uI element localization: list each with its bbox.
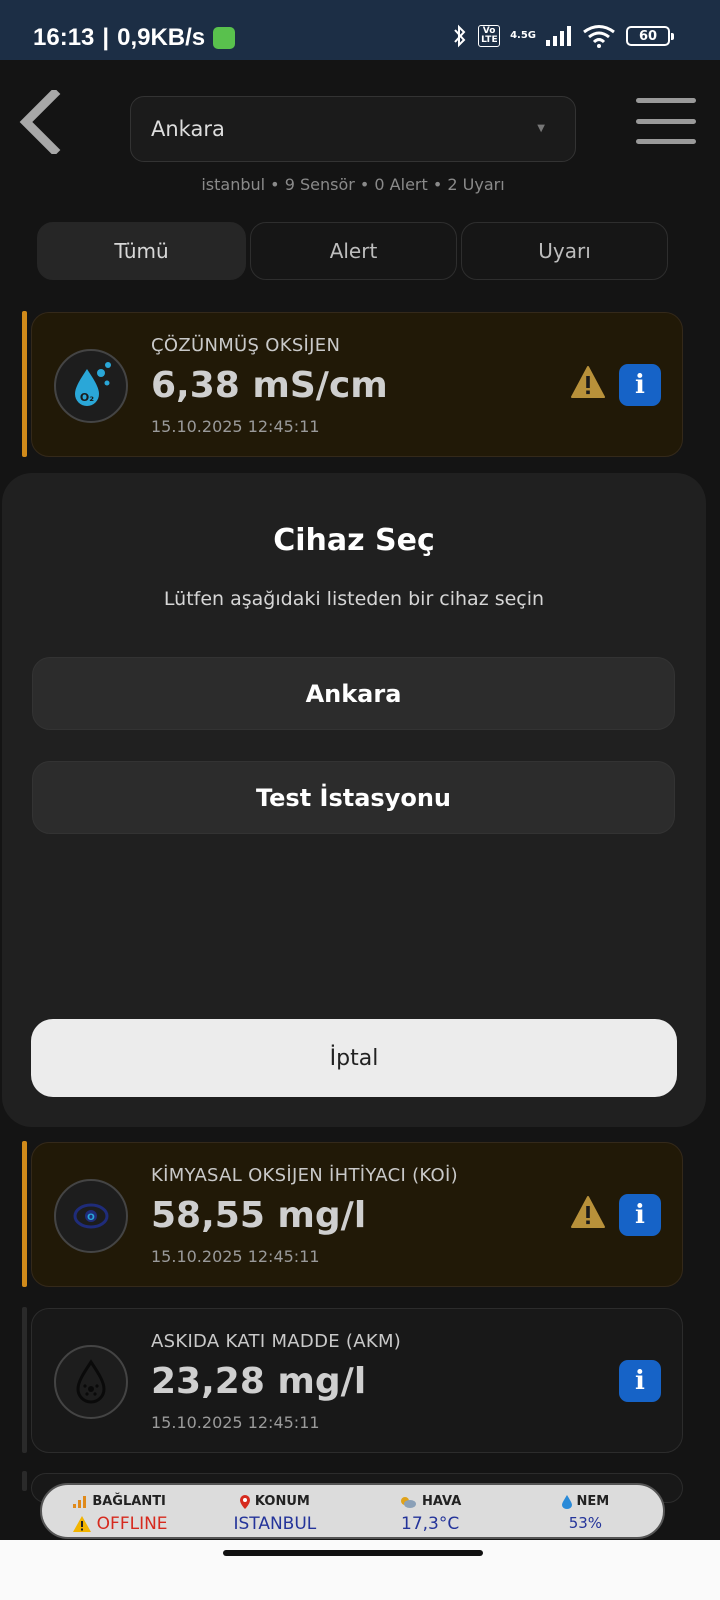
normal-rail [22,1307,27,1453]
svg-text:O₂: O₂ [80,391,94,404]
system-status-bar: 16:13 | 0,9KB/s Vo LTE 4.5G 60 [0,0,720,60]
tab-alert[interactable]: Alert [250,222,457,280]
hamburger-menu-icon[interactable] [636,98,696,144]
bluetooth-icon [454,24,466,48]
sensor-card[interactable]: O KİMYASAL OKSİJEN İHTİYACI (KOİ) 58,55 … [31,1142,683,1287]
water-drop-icon [561,1494,572,1509]
status-speed: 0,9KB/s [117,24,206,51]
location-status: KONUM ISTANBUL [233,1494,317,1534]
sensor-name: ÇÖZÜNMÜŞ OKSİJEN [151,335,341,356]
connection-status: BAĞLANTI OFFLINE [42,1485,197,1537]
humidity-status: NEM 53% [508,1485,663,1537]
location-value: ISTANBUL [233,1514,317,1534]
sensor-timestamp: 15.10.2025 12:45:11 [151,1413,320,1432]
sensor-value: 58,55 mg/l [151,1195,367,1236]
notification-app-icon [213,27,236,49]
sensor-timestamp: 15.10.2025 12:45:11 [151,1247,320,1266]
info-button[interactable]: i [619,364,661,406]
signal-icon [546,26,571,46]
status-time: 16:13 [33,24,95,51]
weather-status: HAVA 17,3°C [353,1485,508,1537]
device-option-test-station[interactable]: Test İstasyonu [32,761,675,834]
device-option-ankara[interactable]: Ankara [32,657,675,730]
warning-rail [22,311,27,457]
status-right: Vo LTE 4.5G 60 [452,24,674,48]
signal-bars-icon [73,1495,87,1508]
sensor-card[interactable]: ASKIDA KATI MADDE (AKM) 23,28 mg/l 15.10… [31,1308,683,1453]
home-indicator[interactable] [223,1550,483,1556]
status-left: 16:13 | 0,9KB/s [33,24,236,52]
device-summary: istanbul • 9 Sensör • 0 Alert • 2 Uyarı [201,175,505,194]
network-type: 4.5G [510,30,536,41]
modal-subtitle: Lütfen aşağıdaki listeden bir cihaz seçi… [163,588,545,610]
device-select-modal: Cihaz Seç Lütfen aşağıdaki listeden bir … [2,473,706,1127]
normal-rail [22,1471,27,1491]
connection-value: OFFLINE [96,1514,168,1534]
weather-value: 17,3°C [401,1514,460,1534]
location-pin-icon [239,1494,250,1509]
particle-drop-icon [54,1345,128,1419]
battery-icon: 60 [626,26,674,46]
tab-warning[interactable]: Uyarı [461,222,668,280]
warning-icon[interactable] [570,1195,606,1229]
sensor-name: KİMYASAL OKSİJEN İHTİYACI (KOİ) [151,1165,458,1186]
warning-icon[interactable] [570,365,606,399]
sensor-timestamp: 15.10.2025 12:45:11 [151,417,320,436]
o2-drop-icon: O₂ [54,349,128,423]
connection-status-bar: BAĞLANTI OFFLINE KONUM ISTANBUL HAVA 17,… [40,1483,665,1539]
modal-title: Cihaz Seç [273,523,435,558]
weather-cloud-icon [400,1496,416,1508]
cancel-button[interactable]: İptal [31,1019,677,1097]
sensor-card[interactable]: O₂ ÇÖZÜNMÜŞ OKSİJEN 6,38 mS/cm 15.10.202… [31,312,683,457]
selected-device: Ankara [151,117,225,141]
info-button[interactable]: i [619,1194,661,1236]
volte-icon: Vo LTE [478,25,501,47]
dropdown-caret-icon: ▼ [537,123,545,134]
sensor-name: ASKIDA KATI MADDE (AKM) [151,1331,402,1352]
info-button[interactable]: i [619,1360,661,1402]
cod-sensor-icon: O [54,1179,128,1253]
wifi-icon [583,25,615,48]
sensor-value: 23,28 mg/l [151,1361,367,1402]
humidity-value: 53% [568,1514,603,1532]
svg-text:O: O [87,1213,95,1223]
navigation-area [0,1540,720,1600]
device-select-dropdown[interactable]: Ankara ▼ [130,96,576,162]
warning-rail [22,1141,27,1287]
warning-icon [72,1516,91,1532]
back-arrow-icon[interactable] [18,90,68,154]
tab-all[interactable]: Tümü [37,222,246,280]
sensor-value: 6,38 mS/cm [151,365,388,406]
